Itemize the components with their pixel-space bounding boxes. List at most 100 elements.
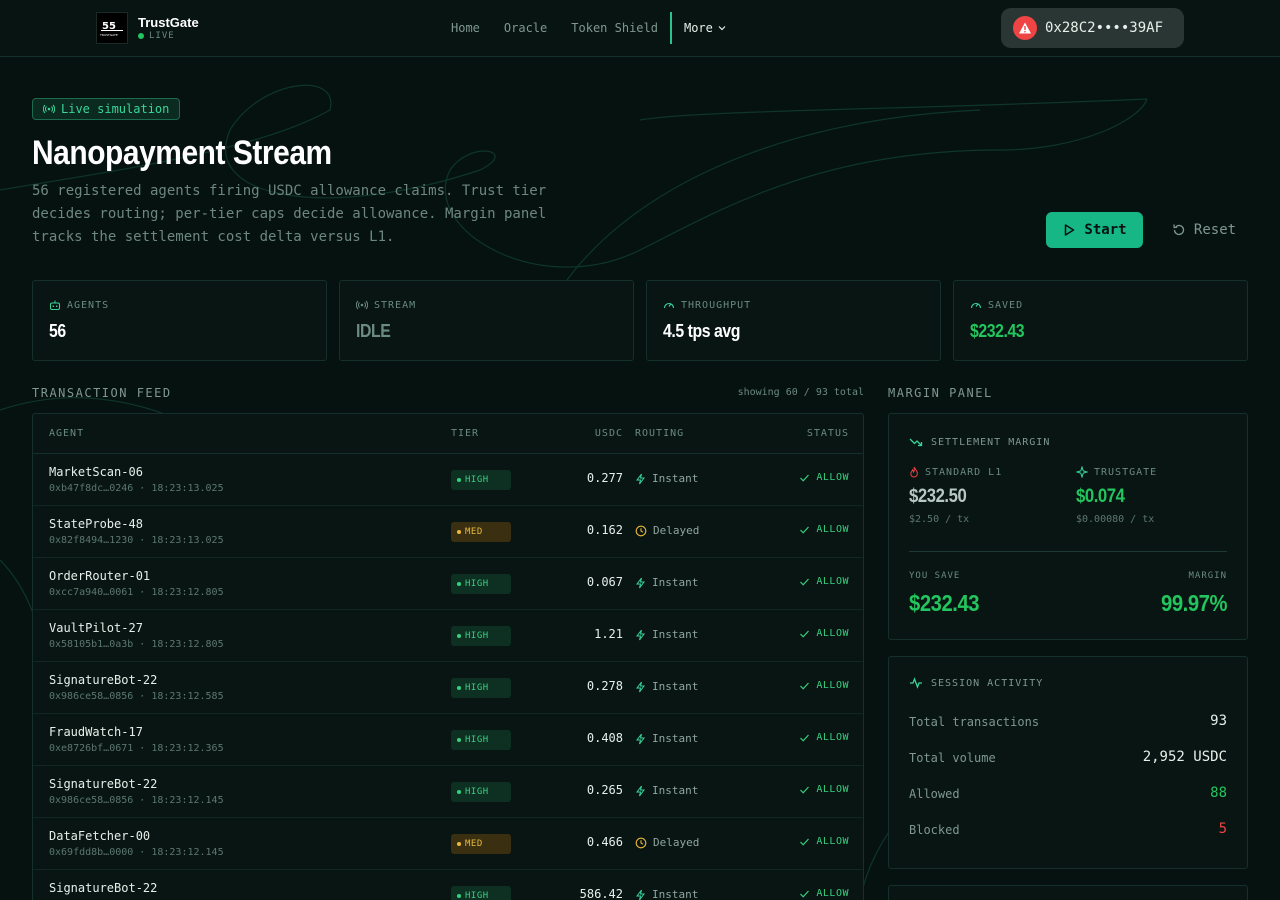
tier-badge: HIGH [451, 626, 511, 646]
tier-label: MED [465, 839, 483, 849]
stat-label: THROUGHPUT [681, 299, 752, 311]
nav-token-shield[interactable]: Token Shield [571, 21, 658, 35]
status-label: ALLOW [816, 784, 849, 795]
broadcast-icon [356, 300, 368, 310]
session-row: Blocked 5 [909, 821, 1227, 841]
broadcast-icon [43, 104, 55, 114]
brand-name: TrustGate [138, 15, 199, 30]
tier-dot-icon [457, 478, 461, 482]
col-tier: TIER [451, 428, 480, 439]
usdc-amount: 0.277 [586, 471, 623, 485]
brand-logo[interactable]: 55 TRUSTGATE [96, 12, 128, 44]
agent-meta: 0xb47f8dc…0246 · 18:23:13.025 [49, 483, 224, 494]
start-button[interactable]: Start [1046, 212, 1143, 248]
trend-down-icon [909, 438, 923, 447]
status-label: ALLOW [816, 576, 849, 587]
table-row[interactable]: MarketScan-06 0xb47f8dc…0246 · 18:23:13.0… [33, 454, 863, 506]
tier-dot-icon [457, 894, 461, 898]
tier-label: HIGH [465, 683, 489, 693]
settlement-margin-label: SETTLEMENT MARGIN [931, 436, 1051, 448]
stat-value: 56 [49, 321, 66, 341]
nav-oracle[interactable]: Oracle [504, 21, 547, 35]
table-row[interactable]: VaultPilot-27 0x58105b1…0a3b · 18:23:12.8… [33, 610, 863, 662]
tier-badge: HIGH [451, 730, 511, 750]
feed-count: showing 60 / 93 total [737, 387, 864, 398]
status-label: ALLOW [816, 524, 849, 535]
stat-label: SAVED [988, 299, 1024, 311]
tier-label: HIGH [465, 735, 489, 745]
margin-value: 99.97% [1160, 590, 1227, 616]
table-row[interactable]: SignatureBot-220x986ce58…0856 · 18:23:12… [33, 870, 863, 900]
standard-l1-column: STANDARD L1 $232.50 $2.50 / tx [909, 466, 1002, 526]
session-row-label: Total transactions [909, 715, 1040, 729]
tier-label: HIGH [465, 631, 489, 641]
check-icon [800, 838, 810, 846]
standard-l1-rate: $2.50 / tx [909, 514, 970, 525]
table-row[interactable]: SignatureBot-220x986ce58…0856 · 18:23:12… [33, 766, 863, 818]
start-label: Start [1084, 222, 1127, 238]
agent-meta: 0xe8726bf…0671 · 18:23:12.365 [49, 743, 224, 754]
status-label: ALLOW [816, 888, 849, 899]
transaction-feed-table[interactable]: AGENT TIER USDC ROUTING STATUS MarketSca… [32, 413, 864, 900]
wallet-button[interactable]: 0x28C2••••39AF [1001, 8, 1184, 48]
tier-dot-icon [457, 686, 461, 690]
table-row[interactable]: DataFetcher-00 0x69fdd8b…0000 · 18:23:12.… [33, 818, 863, 870]
page-title: Nanopayment Stream [32, 134, 332, 172]
clock-icon [635, 525, 647, 536]
bolt-icon [636, 889, 645, 900]
routing-cell: Instant [635, 576, 698, 589]
table-row[interactable]: FraudWatch-17 0xe8726bf…0671 · 18:23:12.3… [33, 714, 863, 766]
routing-cell: Instant [635, 784, 698, 797]
stat-card-throughput: THROUGHPUT 4.5 tps avg [646, 280, 941, 361]
session-row: Allowed 88 [909, 785, 1227, 805]
routing-cell: Delayed [635, 524, 699, 537]
status-label: ALLOW [816, 732, 849, 743]
tier-label: HIGH [465, 787, 489, 797]
routing-cell: Instant [635, 472, 698, 485]
routing-label: Delayed [653, 836, 700, 849]
trustgate-label: TRUSTGATE [1094, 466, 1158, 478]
tier-badge: HIGH [451, 470, 511, 490]
session-row-value: 2,952 USDC [1142, 749, 1227, 765]
tier-dot-icon [457, 738, 461, 742]
session-row-value: 5 [1218, 821, 1227, 837]
warning-icon [1013, 16, 1037, 40]
badge-label: Live simulation [61, 102, 170, 116]
nav-more-dropdown[interactable]: More [684, 21, 727, 35]
routing-label: Instant [652, 472, 699, 485]
status-cell: ALLOW [799, 472, 849, 483]
live-status: LIVE [138, 31, 175, 41]
wallet-address: 0x28C2••••39AF [1045, 20, 1164, 36]
status-cell: ALLOW [799, 628, 849, 639]
table-row[interactable]: StateProbe-48 0x82f8494…1230 · 18:23:13.0… [33, 506, 863, 558]
bolt-icon [636, 733, 645, 744]
check-icon [800, 786, 810, 794]
routing-cell: Instant [635, 680, 698, 693]
nav-home[interactable]: Home [451, 21, 480, 35]
bolt-icon [636, 473, 645, 484]
check-icon [800, 474, 810, 482]
activity-icon [910, 677, 922, 689]
margin-panel-title: MARGIN PANEL [888, 386, 993, 400]
table-row[interactable]: SignatureBot-220x986ce58…0856 · 18:23:12… [33, 662, 863, 714]
table-row[interactable]: OrderRouter-01 0xcc7a940…0061 · 18:23:12.… [33, 558, 863, 610]
tier-label: HIGH [465, 891, 489, 900]
reset-icon [1173, 224, 1185, 236]
col-agent: AGENT [49, 428, 85, 439]
nav-more-label: More [683, 21, 713, 35]
session-row: Total transactions 93 [909, 713, 1227, 733]
status-cell: ALLOW [799, 576, 849, 587]
check-icon [800, 526, 810, 534]
agent-name: SignatureBot-22 [49, 673, 158, 687]
agent-meta: 0x986ce58…0856 · 18:23:12.145 [49, 795, 224, 806]
logo-icon: 55 TRUSTGATE [99, 21, 123, 37]
col-status: STATUS [806, 428, 849, 439]
trustgate-column: TRUSTGATE $0.074 $0.00080 / tx [1076, 466, 1157, 525]
reset-button[interactable]: Reset [1164, 212, 1244, 248]
bolt-icon [636, 681, 645, 692]
routing-label: Instant [652, 680, 699, 693]
tier-dot-icon [457, 530, 461, 534]
bolt-icon [636, 577, 645, 588]
tier-dot-icon [457, 582, 461, 586]
flame-icon [910, 466, 918, 478]
